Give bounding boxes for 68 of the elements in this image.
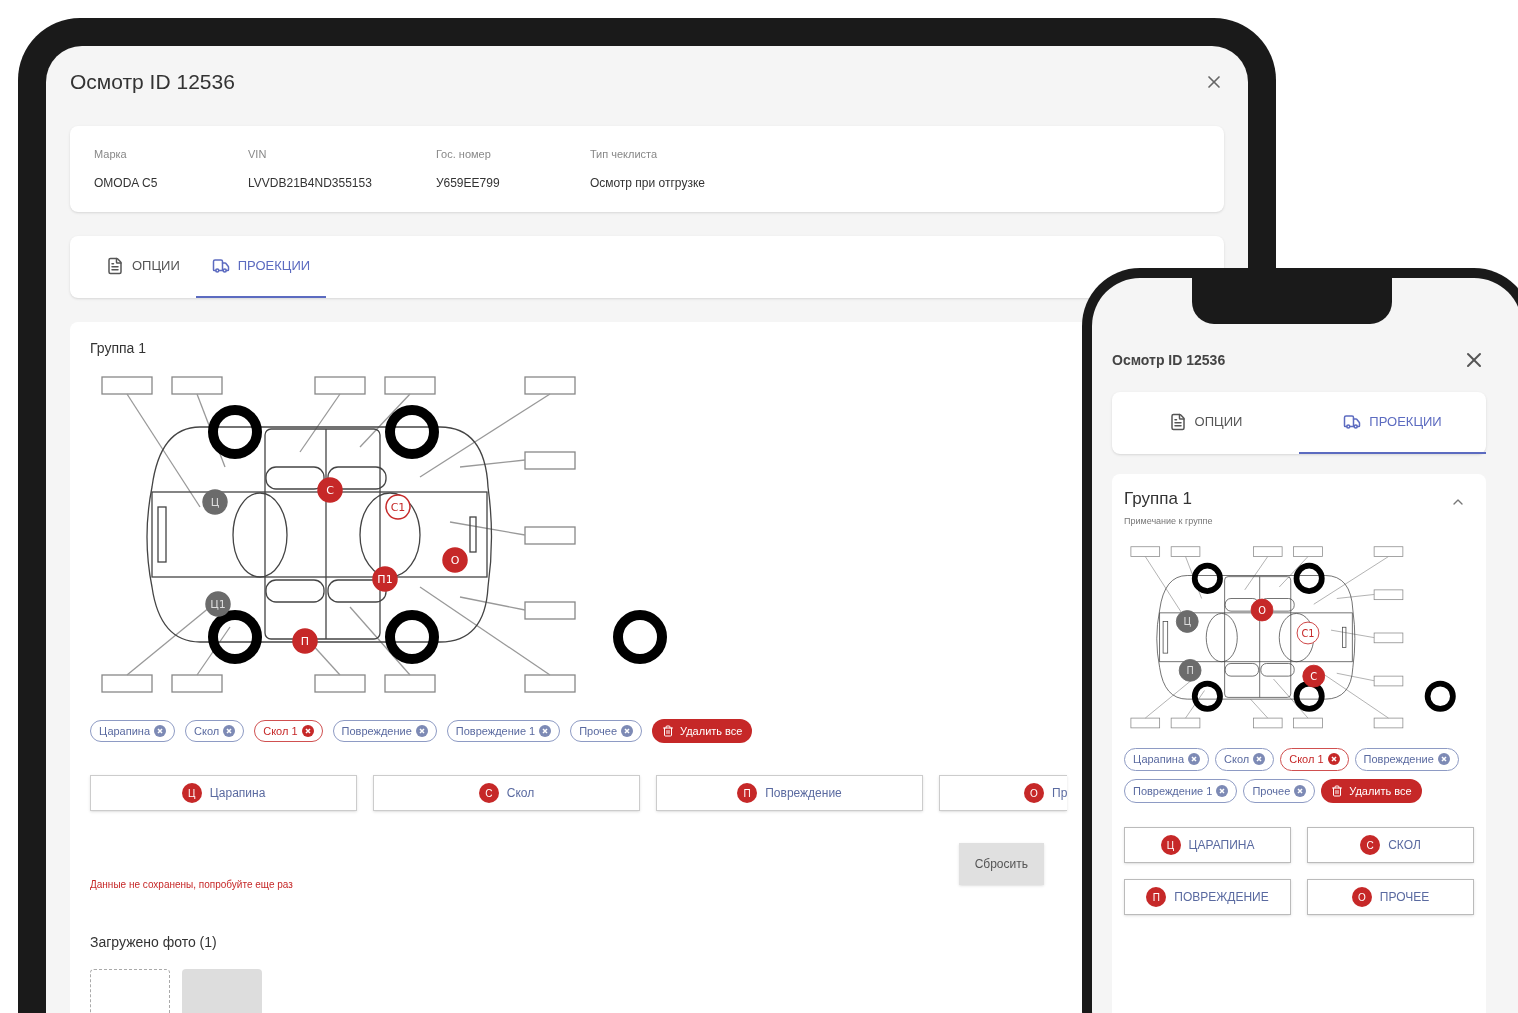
remove-icon[interactable] <box>415 724 428 737</box>
damage-marker[interactable]: П <box>292 627 318 654</box>
dialog-title: Осмотр ID 12536 <box>70 69 235 95</box>
remove-icon[interactable] <box>621 724 634 737</box>
field-value: Осмотр при отгрузке <box>589 175 705 192</box>
damage-letter: С <box>478 783 499 803</box>
group-title: Группа 1 <box>90 338 148 358</box>
tab[interactable]: ПРОЕКЦИИ <box>195 236 327 298</box>
document-icon <box>106 256 124 275</box>
delete-all-button[interactable]: Удалить все <box>652 718 753 743</box>
field-label: VIN <box>248 146 268 162</box>
group-title: Группа 1 <box>1124 487 1194 510</box>
damage-letter: С <box>1360 835 1381 855</box>
damage-type-button[interactable]: О Пр <box>939 775 1067 811</box>
remove-icon[interactable] <box>1188 753 1201 766</box>
damage-marker[interactable]: О <box>442 546 468 573</box>
damage-marker[interactable]: П1 <box>372 565 398 592</box>
damage-type-button[interactable]: О ПРОЧЕЕ <box>1307 879 1474 915</box>
trash-icon <box>1331 784 1344 797</box>
remove-icon[interactable] <box>1216 784 1229 797</box>
tab[interactable]: ОПЦИИ <box>1112 392 1299 454</box>
field-value: OMODA C5 <box>94 175 159 192</box>
damage-type-button[interactable]: Ц ЦАРАПИНА <box>1124 827 1291 863</box>
damage-type-button[interactable]: П Повреждение <box>656 775 923 811</box>
damage-type-button[interactable]: П ПОВРЕЖДЕНИЕ <box>1124 879 1291 915</box>
remove-icon[interactable] <box>1253 753 1266 766</box>
damage-marker[interactable]: Ц <box>202 488 228 515</box>
field-value: У659ЕЕ799 <box>435 175 501 192</box>
remove-icon[interactable] <box>301 724 314 737</box>
field-label: Марка <box>94 146 128 162</box>
damage-letter: П <box>1146 887 1167 907</box>
damage-type-button[interactable]: С СКОЛ <box>1307 827 1474 863</box>
damage-letter: О <box>1351 887 1372 907</box>
damage-marker[interactable]: С <box>317 476 343 503</box>
trash-icon <box>662 724 675 737</box>
tab[interactable]: ОПЦИИ <box>90 236 196 298</box>
field-label: Гос. номер <box>435 146 492 162</box>
remove-icon[interactable] <box>1327 753 1340 766</box>
truck-icon <box>1343 412 1362 431</box>
remove-icon[interactable] <box>223 724 236 737</box>
reset-button[interactable]: Сбросить <box>958 843 1044 885</box>
tab[interactable]: ПРОЕКЦИИ <box>1299 392 1486 454</box>
remove-icon[interactable] <box>154 724 167 737</box>
dialog-title: Осмотр ID 12536 <box>1112 350 1226 370</box>
damage-marker[interactable]: С <box>1302 664 1326 687</box>
damage-type-button[interactable]: С Скол <box>373 775 640 811</box>
document-icon <box>1168 412 1187 431</box>
damage-marker[interactable]: С1 <box>385 493 411 520</box>
damage-letter: Ц <box>1160 835 1181 855</box>
damage-type-button[interactable]: Ц Царапина <box>90 775 357 811</box>
damage-marker[interactable]: О <box>1250 598 1274 621</box>
remove-icon[interactable] <box>1437 753 1450 766</box>
truck-icon <box>211 256 230 275</box>
field-label: Тип чеклиста <box>589 146 659 162</box>
damage-marker[interactable]: Ц1 <box>205 590 231 617</box>
damage-marker[interactable]: П <box>1178 658 1202 682</box>
error-message: Данные не сохранены, попробуйте еще раз <box>90 878 294 892</box>
damage-letter: Ц <box>181 783 202 803</box>
photos-title: Загружено фото (1) <box>90 933 218 952</box>
remove-icon[interactable] <box>539 724 552 737</box>
field-value: LVVDB21B4ND355153 <box>248 175 372 192</box>
damage-marker[interactable]: Ц <box>1175 609 1199 633</box>
delete-all-button[interactable]: Удалить все <box>1321 778 1422 803</box>
damage-marker[interactable]: С1 <box>1296 621 1320 644</box>
group-subtitle: Примечание к группе <box>1124 515 1213 528</box>
damage-letter: О <box>1024 783 1044 803</box>
damage-letter: П <box>737 783 758 803</box>
remove-icon[interactable] <box>1294 784 1307 797</box>
